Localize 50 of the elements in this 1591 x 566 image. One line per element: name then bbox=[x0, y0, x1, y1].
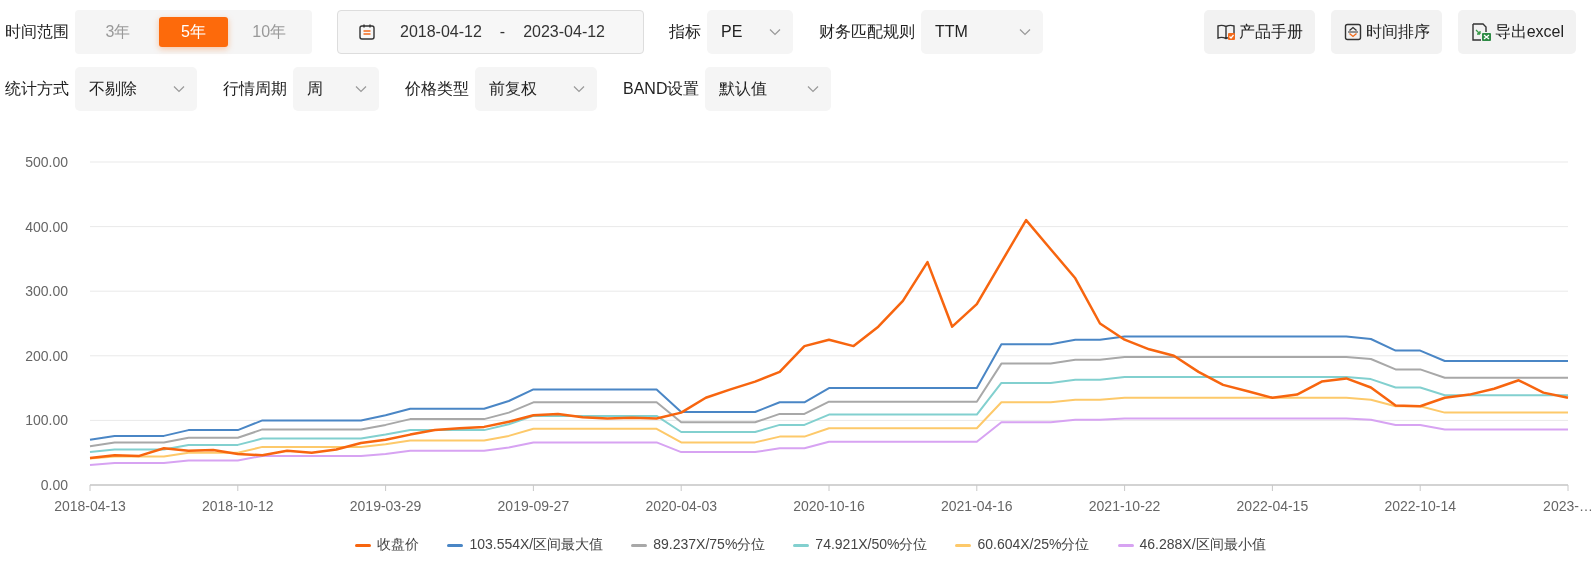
dropdown[interactable]: TTM bbox=[921, 10, 1043, 54]
chevron-down-icon bbox=[1019, 28, 1031, 36]
filter-label: 价格类型 bbox=[405, 78, 469, 99]
y-axis-label: 200.00 bbox=[25, 347, 68, 364]
filter-label: 时间范围 bbox=[5, 21, 69, 42]
date-range-picker[interactable]: 2018-04-12 - 2023-04-12 bbox=[337, 10, 644, 54]
dropdown[interactable]: PE bbox=[707, 10, 793, 54]
dropdown[interactable]: 周 bbox=[293, 67, 379, 111]
filter-label: 行情周期 bbox=[223, 78, 287, 99]
dropdown[interactable]: 不剔除 bbox=[75, 67, 197, 111]
legend-item[interactable]: 收盘价 bbox=[355, 536, 420, 554]
legend-item[interactable]: 60.604X/25%分位 bbox=[955, 536, 1090, 554]
x-axis-label: 2019-09-27 bbox=[497, 498, 570, 514]
legend-item[interactable]: 89.237X/75%分位 bbox=[631, 536, 766, 554]
sort-icon bbox=[1342, 22, 1363, 42]
chevron-down-icon bbox=[355, 85, 367, 93]
dropdown[interactable]: 前复权 bbox=[475, 67, 597, 111]
y-axis-label: 400.00 bbox=[25, 218, 68, 235]
chevron-down-icon bbox=[173, 85, 185, 93]
x-axis-label: 2023-… bbox=[1543, 498, 1591, 514]
x-axis-label: 2020-04-03 bbox=[645, 498, 717, 514]
x-axis-label: 2022-04-15 bbox=[1236, 498, 1309, 514]
chevron-down-icon bbox=[769, 28, 781, 36]
x-axis-label: 2018-04-13 bbox=[54, 498, 126, 514]
filter-label: BAND设置 bbox=[623, 78, 700, 99]
chevron-down-icon bbox=[573, 85, 585, 93]
x-axis-label: 2018-10-12 bbox=[202, 498, 274, 514]
legend-item[interactable]: 74.921X/50%分位 bbox=[793, 536, 928, 554]
y-axis-label: 500.00 bbox=[25, 154, 68, 170]
legend-item[interactable]: 46.288X/区间最小值 bbox=[1117, 536, 1266, 554]
filter-label: 指标 bbox=[669, 21, 701, 42]
x-axis-label: 2019-03-29 bbox=[349, 498, 422, 514]
toolbar-button[interactable]: 时间排序 bbox=[1330, 10, 1442, 54]
x-axis-label: 2022-10-14 bbox=[1384, 498, 1456, 514]
chevron-down-icon bbox=[807, 85, 820, 93]
spreadsheet-export-icon bbox=[1469, 22, 1492, 42]
filter-label: 统计方式 bbox=[5, 78, 69, 99]
calendar-icon bbox=[358, 23, 376, 41]
y-axis-label: 0.00 bbox=[40, 477, 68, 493]
x-axis-label: 2021-10-22 bbox=[1088, 498, 1161, 514]
legend-item[interactable]: 103.554X/区间最大值 bbox=[447, 536, 604, 554]
x-axis-label: 2020-10-16 bbox=[793, 498, 865, 514]
y-axis-label: 100.00 bbox=[25, 412, 68, 429]
book-icon bbox=[1215, 22, 1236, 42]
toolbar-button[interactable]: 导出excel bbox=[1457, 10, 1576, 54]
filter-label: 财务匹配规则 bbox=[819, 21, 915, 42]
dropdown[interactable]: 默认值 bbox=[705, 67, 832, 111]
x-axis-label: 2021-04-16 bbox=[941, 498, 1013, 514]
y-axis-label: 300.00 bbox=[25, 283, 68, 300]
toolbar-button[interactable]: 产品手册 bbox=[1203, 10, 1315, 54]
